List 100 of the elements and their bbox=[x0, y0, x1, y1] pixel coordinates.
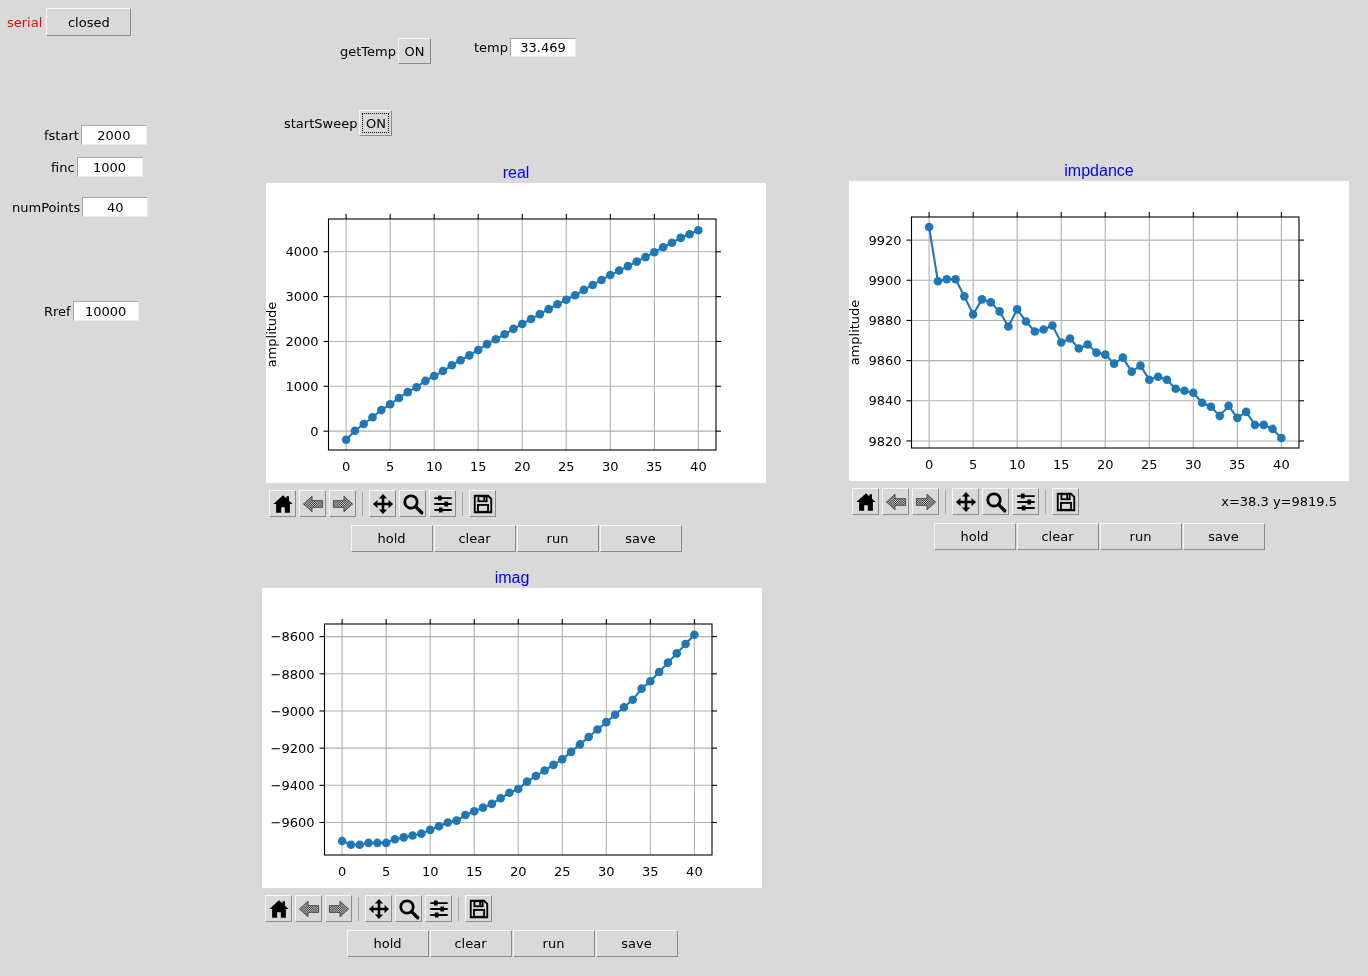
y-tick-label: 9900 bbox=[868, 272, 902, 288]
data-point bbox=[509, 324, 518, 334]
field-label: finc bbox=[51, 159, 75, 175]
x-tick-label: 0 bbox=[341, 459, 351, 474]
plot-title: imag bbox=[494, 569, 530, 587]
data-point bbox=[1100, 350, 1110, 359]
right-arrow-icon bbox=[331, 492, 354, 515]
x-tick-label: 35 bbox=[642, 864, 659, 879]
zoom-button[interactable] bbox=[399, 490, 426, 517]
data-point bbox=[619, 702, 629, 712]
x-tick-label: 30 bbox=[602, 459, 619, 474]
field-label: numPoints bbox=[12, 199, 81, 215]
y-tick-label: 4000 bbox=[285, 244, 319, 260]
plot-action-button[interactable]: hold bbox=[933, 523, 1016, 550]
data-point bbox=[1048, 321, 1057, 330]
toggle-button[interactable]: ON bbox=[359, 110, 393, 136]
x-tick-label: 35 bbox=[646, 459, 663, 474]
forward-button[interactable] bbox=[325, 895, 352, 922]
data-point bbox=[632, 257, 642, 266]
x-tick-label: 40 bbox=[1273, 457, 1290, 472]
data-point bbox=[408, 831, 417, 840]
data-point bbox=[650, 247, 659, 257]
x-tick-label: 0 bbox=[924, 457, 934, 472]
x-tick-label: 30 bbox=[598, 864, 615, 879]
home-button[interactable] bbox=[265, 895, 292, 922]
data-point bbox=[667, 238, 677, 248]
data-point bbox=[951, 274, 960, 284]
data-point bbox=[1012, 305, 1022, 314]
home-button[interactable] bbox=[852, 488, 879, 515]
data-point bbox=[685, 229, 694, 239]
plot-action-button[interactable]: save bbox=[1182, 523, 1265, 550]
right-arrow-icon bbox=[327, 897, 350, 920]
back-button[interactable] bbox=[295, 895, 322, 922]
data-point bbox=[1189, 388, 1198, 398]
zoom-button[interactable] bbox=[395, 895, 422, 922]
configure-button[interactable] bbox=[425, 895, 452, 922]
y-tick-label: 0 bbox=[310, 423, 319, 439]
back-button[interactable] bbox=[882, 488, 909, 515]
forward-button[interactable] bbox=[329, 490, 356, 517]
data-point bbox=[593, 725, 602, 734]
pan-button[interactable] bbox=[365, 895, 392, 922]
data-point bbox=[496, 794, 505, 803]
plot-action-button[interactable]: run bbox=[1099, 523, 1182, 550]
plot-action-button[interactable]: run bbox=[512, 930, 595, 957]
plot-action-button[interactable]: save bbox=[595, 930, 678, 957]
data-point bbox=[1259, 420, 1269, 430]
data-point bbox=[544, 304, 553, 314]
plot-action-button[interactable]: hold bbox=[350, 525, 433, 552]
pan-button[interactable] bbox=[369, 490, 396, 517]
serial-button[interactable]: closed bbox=[46, 8, 132, 36]
zoom-button[interactable] bbox=[982, 488, 1009, 515]
data-point bbox=[641, 252, 650, 262]
data-point bbox=[452, 816, 461, 825]
data-point bbox=[960, 292, 969, 301]
data-point bbox=[1180, 386, 1189, 396]
plot-action-button[interactable]: hold bbox=[346, 930, 429, 957]
data-point bbox=[558, 755, 567, 764]
data-point bbox=[346, 840, 356, 850]
plot-action-button[interactable]: run bbox=[516, 525, 599, 552]
back-button[interactable] bbox=[299, 490, 326, 517]
x-tick-label: 5 bbox=[969, 457, 978, 472]
y-tick-label: −8600 bbox=[270, 629, 315, 645]
forward-button[interactable] bbox=[912, 488, 939, 515]
configure-button[interactable] bbox=[1012, 488, 1039, 515]
input-field[interactable]: 1000 bbox=[76, 157, 143, 177]
input-field[interactable]: 33.469 bbox=[510, 38, 576, 57]
save-icon bbox=[1054, 490, 1077, 513]
data-point bbox=[1197, 398, 1207, 408]
x-tick-label: 20 bbox=[1097, 457, 1114, 472]
data-point bbox=[1241, 407, 1251, 417]
data-point bbox=[942, 274, 952, 284]
data-point bbox=[381, 838, 391, 848]
data-point bbox=[394, 393, 404, 403]
input-field[interactable]: 10000 bbox=[72, 301, 139, 321]
data-point bbox=[694, 225, 703, 235]
save-figure-button[interactable] bbox=[465, 895, 492, 922]
data-point bbox=[1162, 375, 1172, 384]
field-label: Rref bbox=[44, 303, 71, 319]
home-button[interactable] bbox=[269, 490, 296, 517]
save-figure-button[interactable] bbox=[1052, 488, 1079, 515]
data-point bbox=[482, 339, 492, 349]
data-point bbox=[337, 836, 347, 846]
data-point bbox=[385, 399, 395, 409]
plot-action-button[interactable]: save bbox=[599, 525, 682, 552]
data-point bbox=[995, 307, 1004, 316]
plot-action-button[interactable]: clear bbox=[433, 525, 516, 552]
data-point bbox=[1277, 433, 1286, 443]
data-point bbox=[933, 277, 943, 286]
field-label: fstart bbox=[44, 127, 79, 143]
data-point bbox=[663, 658, 673, 667]
input-field[interactable]: 2000 bbox=[80, 125, 147, 145]
plot-action-button[interactable]: clear bbox=[429, 930, 512, 957]
x-tick-label: 25 bbox=[1141, 457, 1158, 472]
input-field[interactable]: 40 bbox=[82, 197, 149, 217]
save-figure-button[interactable] bbox=[469, 490, 496, 517]
pan-button[interactable] bbox=[952, 488, 979, 515]
plot-action-button[interactable]: clear bbox=[1016, 523, 1099, 550]
configure-button[interactable] bbox=[429, 490, 456, 517]
data-point bbox=[1250, 420, 1260, 430]
toggle-button[interactable]: ON bbox=[398, 38, 431, 64]
